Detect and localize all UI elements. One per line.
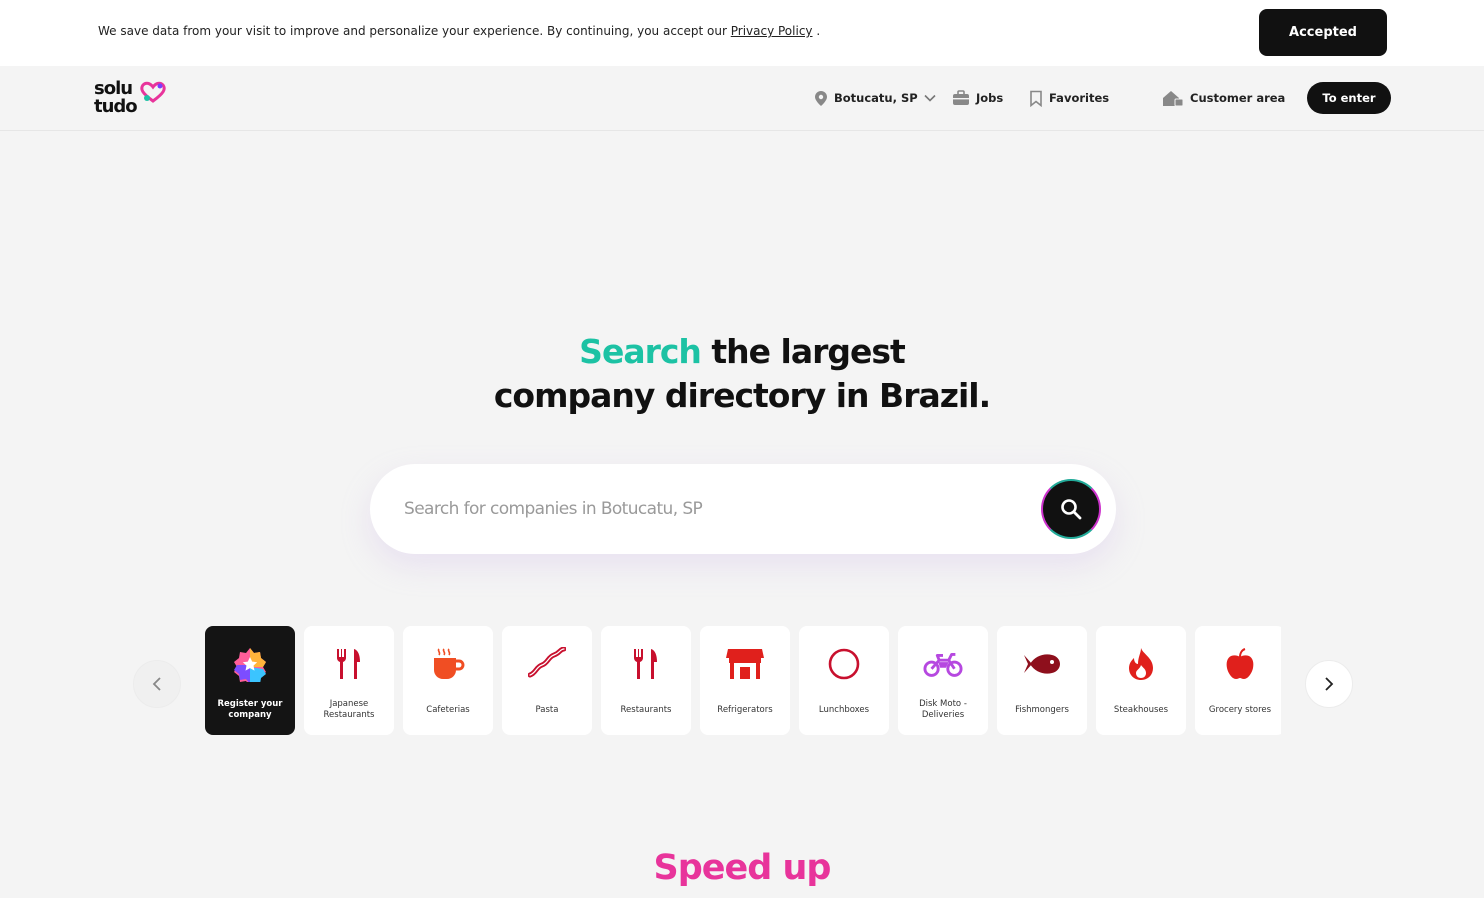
accept-cookies-button[interactable]: Accepted <box>1259 9 1387 56</box>
hero-accent-word: Search <box>579 332 702 371</box>
speed-up-title: Speed up <box>653 848 832 888</box>
cookie-text: We save data from your visit to improve … <box>98 24 731 38</box>
shop-icon <box>725 646 765 682</box>
nav-favorites-label: Favorites <box>1049 91 1110 105</box>
hero-line2: company directory in Brazil. <box>493 376 991 415</box>
fork-knife-icon <box>626 646 666 682</box>
house-icon <box>1163 90 1184 106</box>
category-label: Fishmongers <box>1015 704 1069 715</box>
category-lunchboxes[interactable]: Lunchboxes <box>799 626 889 735</box>
category-label: Japanese Restaurants <box>323 699 375 720</box>
category-label: Pasta <box>535 704 559 715</box>
category-restaurants[interactable]: Restaurants <box>601 626 691 735</box>
search-input[interactable] <box>404 492 1024 526</box>
location-selector[interactable]: Botucatu, SP <box>814 88 936 108</box>
chevron-right-icon <box>1325 677 1334 691</box>
cookie-message: We save data from your visit to improve … <box>98 24 820 38</box>
coffee-cup-icon <box>428 646 468 682</box>
site-header: solu tudo Botucatu, SP Jobs Favorites Cu… <box>0 66 1484 131</box>
bookmark-icon <box>1030 90 1042 107</box>
apple-icon <box>1220 646 1260 682</box>
category-label: Cafeterias <box>426 704 470 715</box>
category-fishmongers[interactable]: Fishmongers <box>997 626 1087 735</box>
location-pin-icon <box>815 90 827 106</box>
briefcase-icon <box>953 90 969 105</box>
cookie-suffix: . <box>812 24 821 38</box>
chevron-left-icon <box>152 677 161 691</box>
category-label: Refrigerators <box>717 704 773 715</box>
category-label: Lunchboxes <box>818 704 870 715</box>
flame-icon <box>1121 646 1161 682</box>
category-refrigerators[interactable]: Refrigerators <box>700 626 790 735</box>
category-register-company[interactable]: Register your company <box>205 626 295 735</box>
category-japanese-restaurants[interactable]: Japanese Restaurants <box>304 626 394 735</box>
nav-jobs[interactable]: Jobs <box>952 88 1003 108</box>
location-label: Botucatu, SP <box>834 91 918 105</box>
category-carousel: Register your company Japanese Restauran… <box>205 626 1281 735</box>
category-cafeterias[interactable]: Cafeterias <box>403 626 493 735</box>
star-badge-icon <box>230 646 270 682</box>
bacon-icon <box>527 646 567 682</box>
search-icon <box>1061 499 1082 520</box>
nav-favorites[interactable]: Favorites <box>1029 88 1109 108</box>
nav-customer-area[interactable]: Customer area <box>1162 88 1285 108</box>
fork-knife-icon <box>329 646 369 682</box>
category-label: Register your company <box>217 699 283 720</box>
hero-line1-rest: the largest <box>700 332 905 371</box>
cookie-banner: We save data from your visit to improve … <box>0 0 1484 66</box>
logo-text-bottom: tudo <box>94 96 138 117</box>
fish-icon <box>1022 646 1062 682</box>
nav-customer-area-label: Customer area <box>1190 91 1286 105</box>
nav-jobs-label: Jobs <box>976 91 1004 105</box>
category-label: Grocery stores <box>1208 704 1272 715</box>
category-label: Steakhouses <box>1113 704 1169 715</box>
carousel-prev-button[interactable] <box>133 660 181 708</box>
login-button[interactable]: To enter <box>1307 82 1391 114</box>
category-grocery-stores[interactable]: Grocery stores <box>1195 626 1281 735</box>
search-bar <box>370 464 1116 554</box>
chevron-down-icon <box>924 94 936 102</box>
category-disk-moto-deliveries[interactable]: Disk Moto - Deliveries <box>898 626 988 735</box>
carousel-next-button[interactable] <box>1305 660 1353 708</box>
category-label: Disk Moto - Deliveries <box>919 699 967 720</box>
privacy-policy-link[interactable]: Privacy Policy <box>731 24 813 38</box>
search-button[interactable] <box>1041 479 1101 539</box>
hero-title: Search the largest company directory in … <box>0 330 1484 418</box>
circle-icon <box>824 646 864 682</box>
logo-heart-icon <box>140 81 166 103</box>
category-steakhouses[interactable]: Steakhouses <box>1096 626 1186 735</box>
category-label: Restaurants <box>620 704 672 715</box>
motorcycle-icon <box>923 646 963 682</box>
category-pasta[interactable]: Pasta <box>502 626 592 735</box>
logo[interactable]: solu tudo <box>94 80 174 118</box>
